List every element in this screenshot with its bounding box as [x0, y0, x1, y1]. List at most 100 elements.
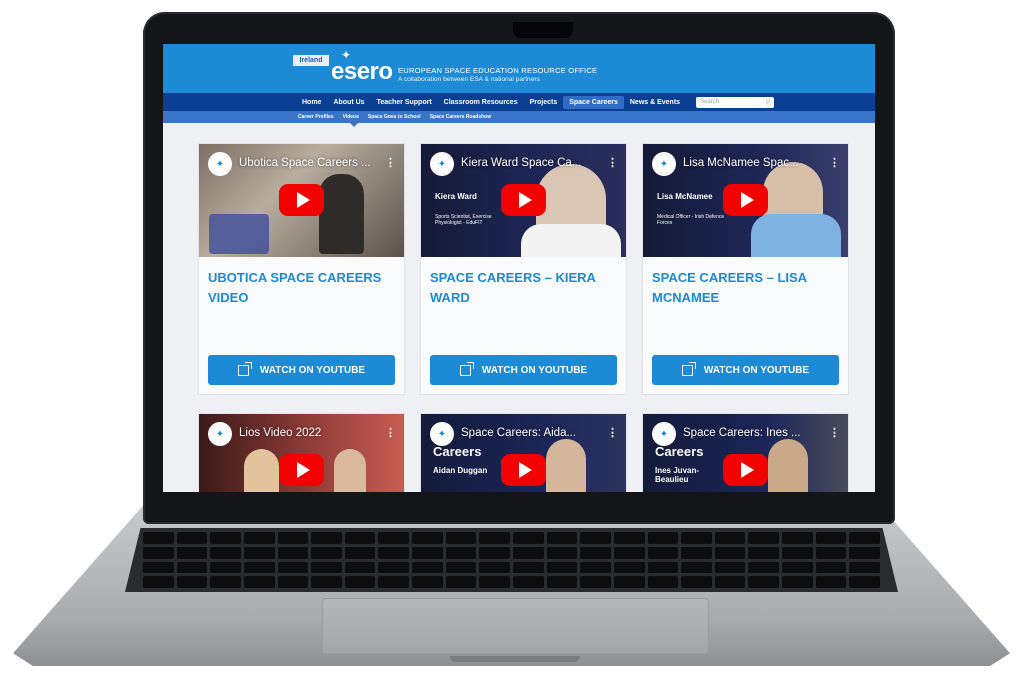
- watch-button-label: WATCH ON YOUTUBE: [259, 364, 366, 376]
- more-options-icon[interactable]: ⋮: [607, 156, 618, 169]
- subnav-videos[interactable]: Videos: [343, 114, 359, 120]
- keyboard-key: [378, 561, 410, 574]
- keyboard-key: [613, 576, 645, 588]
- more-options-icon[interactable]: ⋮: [607, 426, 618, 439]
- keyboard-key: [748, 561, 780, 574]
- search-icon[interactable]: ⚲: [766, 99, 770, 106]
- search-input[interactable]: Search ⚲: [696, 96, 775, 108]
- channel-avatar[interactable]: ✦: [652, 152, 676, 176]
- watch-on-youtube-button[interactable]: WATCH ON YOUTUBE: [208, 355, 395, 385]
- keyboard-key: [311, 576, 342, 588]
- video-thumbnail[interactable]: ✦ Lios Video 2022 ⋮: [199, 414, 404, 492]
- nav-about-us[interactable]: About Us: [327, 96, 370, 109]
- org-title: EUROPEAN SPACE EDUCATION RESOURCE OFFICE: [398, 66, 598, 75]
- card-title[interactable]: UBOTICA SPACE CAREERS VIDEO: [208, 268, 398, 308]
- watch-on-youtube-button[interactable]: WATCH ON YOUTUBE: [652, 355, 839, 385]
- laptop-screen: Ireland ✦ esero EUROPEAN SPACE EDUCATION…: [163, 44, 875, 492]
- play-button[interactable]: [279, 184, 324, 216]
- nav-teacher-support[interactable]: Teacher Support: [371, 96, 438, 109]
- youtube-video-title[interactable]: Ubotica Space Careers ...: [239, 157, 371, 169]
- youtube-video-title[interactable]: Space Careers: Aida...: [461, 427, 576, 439]
- nav-home[interactable]: Home: [296, 96, 327, 109]
- laptop-lip: [450, 656, 580, 662]
- play-button[interactable]: [501, 184, 546, 216]
- nav-projects[interactable]: Projects: [524, 96, 564, 109]
- external-link-icon: [459, 361, 474, 376]
- play-icon: [740, 462, 754, 478]
- play-button[interactable]: [723, 184, 768, 216]
- keyboard-key: [647, 546, 679, 559]
- card-title[interactable]: SPACE CAREERS – LISA MCNAMEE: [652, 268, 842, 308]
- nav-space-careers[interactable]: Space Careers: [563, 95, 624, 109]
- play-button[interactable]: [279, 454, 324, 486]
- youtube-video-title[interactable]: Kiera Ward Space Ca...: [461, 157, 581, 169]
- channel-avatar[interactable]: ✦: [430, 152, 454, 176]
- country-tag[interactable]: Ireland: [293, 55, 329, 66]
- subnav-space-goes-to-school[interactable]: Space Goes to School: [368, 114, 421, 120]
- watch-on-youtube-button[interactable]: WATCH ON YOUTUBE: [430, 355, 617, 385]
- youtube-video-title[interactable]: Space Careers: Ines ...: [683, 427, 801, 439]
- subnav-space-careers-roadshow[interactable]: Space Careers Roadshow: [430, 114, 491, 120]
- overlay-name: Ines Juvan-Beaulieu: [655, 466, 700, 484]
- keyboard-key: [445, 561, 477, 574]
- more-options-icon[interactable]: ⋮: [829, 426, 840, 439]
- external-link-icon: [681, 361, 696, 376]
- overlay-name: Kiera Ward: [435, 192, 477, 201]
- keyboard-key: [311, 532, 342, 544]
- video-thumbnail[interactable]: Kiera Ward Sports Scientist, Exercise Ph…: [421, 144, 626, 257]
- play-icon: [518, 462, 532, 478]
- keyboard-key: [210, 576, 241, 588]
- more-options-icon[interactable]: ⋮: [829, 156, 840, 169]
- channel-avatar[interactable]: ✦: [652, 422, 676, 446]
- video-thumbnail[interactable]: Lisa McNamee Medical Officer - Irish Def…: [643, 144, 848, 257]
- keyboard-key: [176, 546, 208, 559]
- channel-avatar[interactable]: ✦: [208, 422, 232, 446]
- keyboard-key: [378, 532, 410, 544]
- youtube-video-title[interactable]: Lios Video 2022: [239, 427, 321, 439]
- keyboard-key: [613, 532, 645, 544]
- keyboard-key: [580, 532, 611, 544]
- play-icon: [296, 462, 310, 478]
- main-nav: Home About Us Teacher Support Classroom …: [163, 93, 875, 111]
- camera-notch: [513, 22, 573, 38]
- video-thumbnail[interactable]: Careers Aidan Duggan ✦ Space Careers: Ai…: [421, 414, 626, 492]
- keyboard-key: [714, 532, 746, 544]
- site-logo[interactable]: esero: [331, 58, 393, 86]
- play-icon: [296, 192, 310, 208]
- keyboard-key: [782, 532, 813, 544]
- keyboard-key: [277, 546, 309, 559]
- channel-avatar[interactable]: ✦: [430, 422, 454, 446]
- keyboard-key: [714, 561, 746, 574]
- keyboard-key: [143, 532, 174, 544]
- nav-classroom-resources[interactable]: Classroom Resources: [438, 96, 524, 109]
- subnav-career-profiles[interactable]: Career Profiles: [298, 114, 334, 120]
- play-button[interactable]: [501, 454, 546, 486]
- keyboard-key: [681, 546, 712, 559]
- keyboard-key: [277, 576, 309, 588]
- keyboard-key: [445, 576, 477, 588]
- more-options-icon[interactable]: ⋮: [385, 426, 396, 439]
- org-subtitle: A collaboration between ESA & national p…: [398, 76, 540, 83]
- keyboard-key: [513, 532, 544, 544]
- overlay-heading: Careers: [433, 444, 482, 459]
- channel-avatar[interactable]: ✦: [208, 152, 232, 176]
- video-card: Careers Aidan Duggan ✦ Space Careers: Ai…: [420, 413, 627, 492]
- card-title[interactable]: SPACE CAREERS – KIERA WARD: [430, 268, 620, 308]
- keyboard-key: [580, 546, 611, 559]
- nav-news-events[interactable]: News & Events: [624, 96, 686, 109]
- video-thumbnail[interactable]: ✦ Ubotica Space Careers ... ⋮: [199, 144, 404, 257]
- youtube-video-title[interactable]: Lisa McNamee Spac...: [683, 157, 799, 169]
- video-card: Careers Ines Juvan-Beaulieu ✦ Space Care…: [642, 413, 849, 492]
- video-thumbnail[interactable]: Careers Ines Juvan-Beaulieu ✦ Space Care…: [643, 414, 848, 492]
- keyboard-key: [681, 561, 712, 574]
- keyboard-key: [714, 576, 746, 588]
- play-button[interactable]: [723, 454, 768, 486]
- keyboard-key: [412, 532, 443, 544]
- keyboard-key: [344, 546, 376, 559]
- more-options-icon[interactable]: ⋮: [385, 156, 396, 169]
- keyboard-key: [243, 576, 275, 588]
- keyboard-key: [546, 561, 578, 574]
- keyboard-key: [546, 576, 578, 588]
- keyboard-key: [546, 546, 578, 559]
- keyboard-key: [782, 561, 813, 574]
